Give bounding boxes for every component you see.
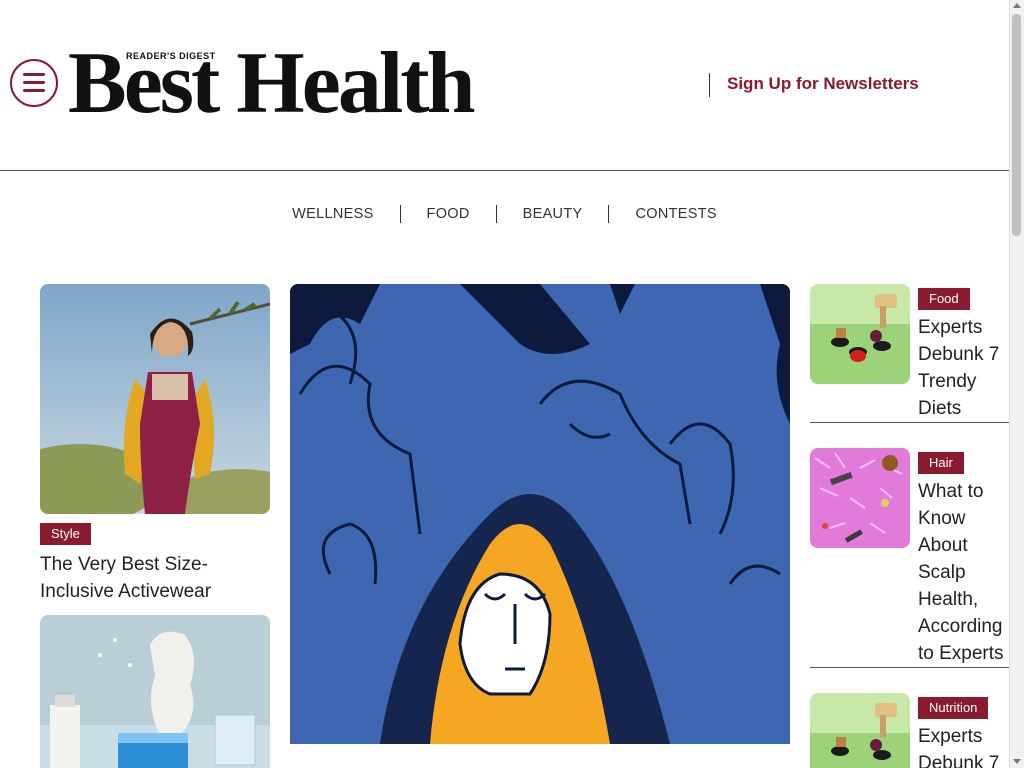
- article-title[interactable]: What to Know About Scalp Health, Accordi…: [918, 478, 1013, 667]
- nav-item-contests[interactable]: CONTESTS: [608, 205, 742, 223]
- header-divider: [709, 73, 710, 97]
- category-tag[interactable]: Food: [918, 288, 970, 310]
- nav-item-beauty[interactable]: BEAUTY: [495, 205, 609, 223]
- sub-brand: READER'S DIGEST: [126, 51, 216, 61]
- category-tag[interactable]: Nutrition: [918, 697, 989, 719]
- category-tag[interactable]: Hair: [918, 452, 964, 474]
- nav-item-wellness[interactable]: WELLNESS: [266, 205, 399, 223]
- site-logo[interactable]: Best Health READER'S DIGEST: [68, 40, 513, 128]
- skincare-image[interactable]: [40, 615, 270, 768]
- menu-icon[interactable]: [10, 59, 58, 107]
- newsletter-signup-link[interactable]: Sign Up for Newsletters: [727, 74, 919, 94]
- divider: [810, 667, 1009, 668]
- scalp-image[interactable]: [810, 448, 910, 548]
- diets-image[interactable]: [810, 284, 910, 384]
- nutrition-image[interactable]: [810, 693, 910, 768]
- scroll-thumb[interactable]: [1012, 14, 1021, 236]
- activewear-image[interactable]: [40, 284, 270, 514]
- site-header: Best Health READER'S DIGEST Sign Up for …: [0, 0, 1009, 171]
- article-title[interactable]: Experts Debunk 7: [918, 723, 1013, 768]
- nav-item-food[interactable]: FOOD: [399, 205, 496, 223]
- article-title[interactable]: Experts Debunk 7 Trendy Diets: [918, 314, 1013, 422]
- scroll-down-arrow-icon[interactable]: [1013, 759, 1021, 764]
- hero-image[interactable]: [290, 284, 790, 744]
- main-nav: WELLNESS FOOD BEAUTY CONTESTS: [0, 204, 1009, 224]
- page-scrollbar[interactable]: [1009, 0, 1024, 768]
- article-title[interactable]: The Very Best Size-Inclusive Activewear: [40, 551, 270, 605]
- category-tag[interactable]: Style: [40, 523, 91, 545]
- divider: [810, 422, 1009, 423]
- scroll-up-arrow-icon[interactable]: [1013, 3, 1021, 8]
